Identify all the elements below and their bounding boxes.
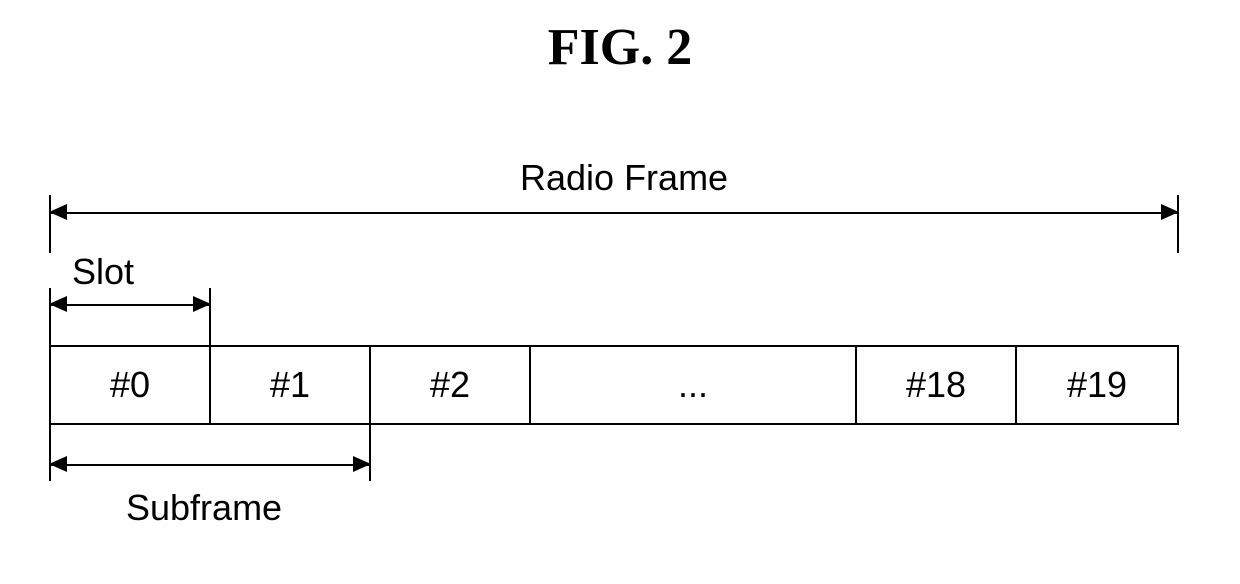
- subframe-arrow-right-icon: [353, 456, 371, 472]
- slot-cell-1: #1: [211, 347, 371, 423]
- subframe-dimension-line: [49, 464, 371, 466]
- slots-row: #0 #1 #2 ... #18 #19: [49, 345, 1179, 425]
- subframe-left-tick: [49, 423, 51, 481]
- slot-arrow-right-icon: [193, 296, 211, 312]
- label-subframe: Subframe: [126, 490, 282, 526]
- slot-cell-19: #19: [1017, 347, 1177, 423]
- label-slot: Slot: [72, 254, 134, 290]
- radio-frame-arrow-right-icon: [1161, 204, 1179, 220]
- radio-frame-arrow-left-icon: [49, 204, 67, 220]
- subframe-arrow-left-icon: [49, 456, 67, 472]
- slot-arrow-left-icon: [49, 296, 67, 312]
- slot-cell-2: #2: [371, 347, 531, 423]
- slot-cell-0: #0: [51, 347, 211, 423]
- figure-title: FIG. 2: [0, 18, 1240, 77]
- slot-cell-18: #18: [857, 347, 1017, 423]
- radio-frame-dimension-line: [49, 212, 1179, 214]
- slot-cell-ellipsis: ...: [531, 347, 857, 423]
- slot-dimension-line: [49, 304, 211, 306]
- label-radio-frame: Radio Frame: [520, 160, 728, 196]
- subframe-right-tick: [369, 423, 371, 481]
